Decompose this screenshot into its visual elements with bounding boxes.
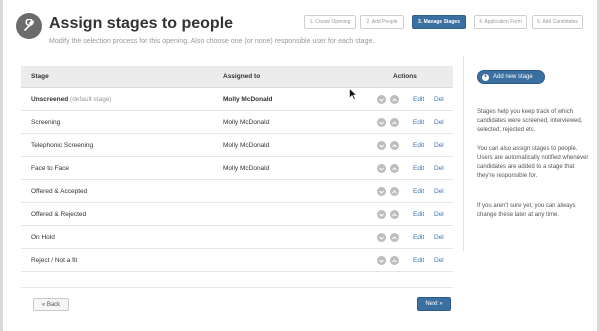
column-stage: Stage [31, 73, 49, 80]
stage-name: Unscreened [31, 96, 69, 103]
stage-name: Offered & Accepted [31, 188, 88, 195]
stage-assignee[interactable]: Molly McDonald [223, 165, 269, 172]
table-row: Screening Molly McDonald Edit Del [21, 111, 453, 134]
edit-link[interactable]: Edit [413, 211, 424, 218]
stage-name: Reject / Not a fit [31, 257, 78, 264]
delete-link[interactable]: Del [434, 142, 444, 149]
move-up-icon[interactable] [390, 187, 399, 196]
stage-name: Face to Face [31, 165, 69, 172]
table-row: Telephonic Screening Molly McDonald Edit… [21, 134, 453, 157]
stage-name: Offered & Rejected [31, 211, 87, 218]
edit-link[interactable]: Edit [413, 257, 424, 264]
delete-link[interactable]: Del [434, 211, 444, 218]
table-row: Unscreened (default stage) Molly McDonal… [21, 88, 453, 111]
move-up-icon[interactable] [390, 210, 399, 219]
move-down-icon[interactable] [377, 256, 386, 265]
delete-link[interactable]: Del [434, 188, 444, 195]
delete-link[interactable]: Del [434, 234, 444, 241]
column-actions: Actions [393, 73, 417, 80]
delete-link[interactable]: Del [434, 257, 444, 264]
table-row: Offered & Accepted Edit Del [21, 180, 453, 203]
table-header: Stage Assigned to Actions [21, 66, 453, 88]
edit-link[interactable]: Edit [413, 188, 424, 195]
column-assigned-to: Assigned to [223, 73, 261, 80]
move-up-icon[interactable] [390, 118, 399, 127]
step-add-candidates[interactable]: 5. Add Candidates [532, 15, 583, 29]
step-manage-stages[interactable]: 3. Manage Stages [412, 15, 466, 29]
move-up-icon[interactable] [390, 164, 399, 173]
next-button[interactable]: Next » [417, 297, 451, 311]
plus-icon: + [482, 73, 489, 81]
delete-link[interactable]: Del [434, 165, 444, 172]
move-up-icon[interactable] [390, 233, 399, 242]
move-down-icon[interactable] [377, 187, 386, 196]
move-down-icon[interactable] [377, 164, 386, 173]
edit-link[interactable]: Edit [413, 165, 424, 172]
stage-assignee[interactable]: Molly McDonald [223, 119, 269, 126]
move-up-icon[interactable] [390, 141, 399, 150]
step-create-opening[interactable]: 1. Create Opening [304, 15, 356, 29]
stage-assignee[interactable]: Molly McDonald [223, 96, 272, 103]
step-application-form[interactable]: 4. Application Form [474, 15, 527, 29]
stages-table: Stage Assigned to Actions Unscreened (de… [21, 66, 453, 272]
mouse-cursor-icon [349, 88, 357, 100]
add-new-stage-button[interactable]: + Add new stage [477, 70, 545, 84]
table-row: On Hold Edit Del [21, 226, 453, 249]
page: Assign stages to people Modify the selec… [3, 0, 597, 331]
stage-name: On Hold [31, 234, 55, 241]
back-button[interactable]: « Back [33, 298, 69, 311]
edit-link[interactable]: Edit [413, 142, 424, 149]
table-row: Offered & Rejected Edit Del [21, 203, 453, 226]
move-down-icon[interactable] [377, 233, 386, 242]
help-text: Stages help you keep track of which cand… [477, 109, 583, 133]
help-sidebar: + Add new stage Stages help you keep tra… [463, 56, 593, 251]
page-title: Assign stages to people [49, 15, 234, 32]
stage-note: (default stage) [70, 96, 112, 103]
page-subtitle: Modify the selection process for this op… [49, 38, 375, 45]
edit-link[interactable]: Edit [413, 96, 424, 103]
edit-link[interactable]: Edit [413, 119, 424, 126]
table-row: Reject / Not a fit Edit Del [21, 249, 453, 272]
table-row: Face to Face Molly McDonald Edit Del [21, 157, 453, 180]
divider [21, 287, 453, 288]
move-down-icon[interactable] [377, 95, 386, 104]
stage-assignee[interactable]: Molly McDonald [223, 142, 269, 149]
move-down-icon[interactable] [377, 141, 386, 150]
help-text: If you aren't sure yet, you can always c… [477, 203, 576, 218]
move-up-icon[interactable] [390, 95, 399, 104]
stage-name: Telephonic Screening [31, 142, 94, 149]
step-add-people[interactable]: 2. Add People [360, 15, 404, 29]
help-text: You can also assign stages to people. Us… [477, 146, 589, 179]
edit-link[interactable]: Edit [413, 234, 424, 241]
delete-link[interactable]: Del [434, 96, 444, 103]
move-up-icon[interactable] [390, 256, 399, 265]
move-down-icon[interactable] [377, 118, 386, 127]
add-new-stage-label: Add new stage [493, 74, 533, 80]
move-down-icon[interactable] [377, 210, 386, 219]
wrench-icon [16, 13, 42, 39]
delete-link[interactable]: Del [434, 119, 444, 126]
stage-name: Screening [31, 119, 61, 126]
